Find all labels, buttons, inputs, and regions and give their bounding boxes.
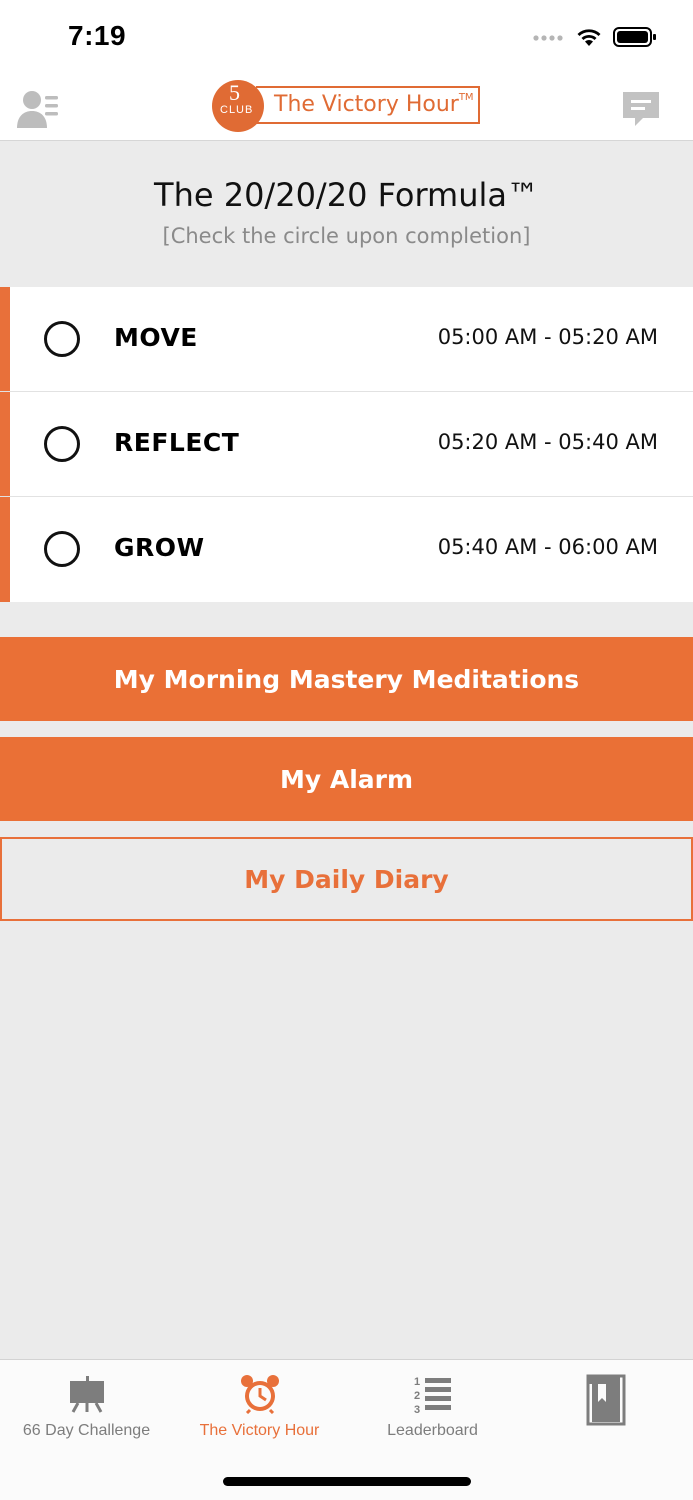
task-row-move: MOVE 05:00 AM - 05:20 AM <box>0 287 693 392</box>
tab-66-day-challenge[interactable]: 66 Day Challenge <box>0 1360 173 1460</box>
formula-subtitle: [Check the circle upon completion] <box>162 224 531 248</box>
tab-label: 66 Day Challenge <box>22 1422 151 1439</box>
tab-leaderboard[interactable]: 1 2 3 Leaderboard <box>346 1360 519 1460</box>
task-row-reflect: REFLECT 05:20 AM - 05:40 AM <box>0 392 693 497</box>
task-accent-bar <box>0 497 10 602</box>
home-indicator[interactable] <box>223 1477 471 1486</box>
task-name: GROW <box>114 533 205 562</box>
logo-title: The Victory HourTM <box>274 92 474 117</box>
wifi-icon <box>577 29 601 46</box>
task-accent-bar <box>0 287 10 391</box>
numbered-list-icon: 1 2 3 <box>414 1376 451 1414</box>
tab-book[interactable] <box>519 1360 693 1460</box>
morning-meditations-button[interactable]: My Morning Mastery Meditations <box>0 637 693 721</box>
task-time: 05:40 AM - 06:00 AM <box>437 535 658 559</box>
chat-icon[interactable] <box>621 88 661 128</box>
profile-menu-icon[interactable] <box>16 86 60 130</box>
daily-diary-button[interactable]: My Daily Diary <box>0 837 693 921</box>
bookmark-book-icon <box>586 1374 626 1426</box>
status-time: 7:19 <box>68 20 127 51</box>
task-row-grow: GROW 05:40 AM - 06:00 AM <box>0 497 693 602</box>
alarm-clock-icon <box>240 1375 279 1414</box>
task-time: 05:00 AM - 05:20 AM <box>437 325 658 349</box>
cellular-signal-icon <box>533 35 563 41</box>
easel-icon <box>69 1376 104 1413</box>
tab-label: The Victory Hour <box>199 1422 320 1439</box>
completion-circle-checkbox[interactable] <box>44 426 80 462</box>
app-logo: The Victory HourTM 5 CLUB <box>212 80 482 136</box>
tab-label: Leaderboard <box>387 1422 478 1439</box>
task-name: REFLECT <box>114 428 240 457</box>
alarm-button[interactable]: My Alarm <box>0 737 693 821</box>
logo-frame: The Victory HourTM <box>256 86 480 124</box>
task-accent-bar <box>0 392 10 496</box>
tab-bar: 66 Day Challenge The Victory Hour 1 2 3 … <box>0 1359 693 1500</box>
logo-badge-number: 5 <box>229 80 240 105</box>
app-header: The Victory HourTM 5 CLUB <box>0 76 693 141</box>
formula-title: The 20/20/20 Formula™ <box>154 176 539 214</box>
logo-badge: 5 CLUB <box>212 80 264 132</box>
completion-circle-checkbox[interactable] <box>44 531 80 567</box>
battery-icon <box>613 27 656 47</box>
tab-the-victory-hour[interactable]: The Victory Hour <box>173 1360 346 1460</box>
svg-text:1: 1 <box>414 1376 420 1388</box>
logo-trademark: TM <box>458 92 474 103</box>
svg-text:2: 2 <box>414 1390 420 1402</box>
task-time: 05:20 AM - 05:40 AM <box>437 430 658 454</box>
completion-circle-checkbox[interactable] <box>44 321 80 357</box>
status-bar: 7:19 <box>0 0 693 76</box>
logo-badge-club: CLUB <box>220 104 254 116</box>
task-list: MOVE 05:00 AM - 05:20 AM REFLECT 05:20 A… <box>0 287 693 602</box>
svg-text:3: 3 <box>414 1404 420 1414</box>
status-icons <box>533 26 657 48</box>
task-name: MOVE <box>114 323 198 352</box>
